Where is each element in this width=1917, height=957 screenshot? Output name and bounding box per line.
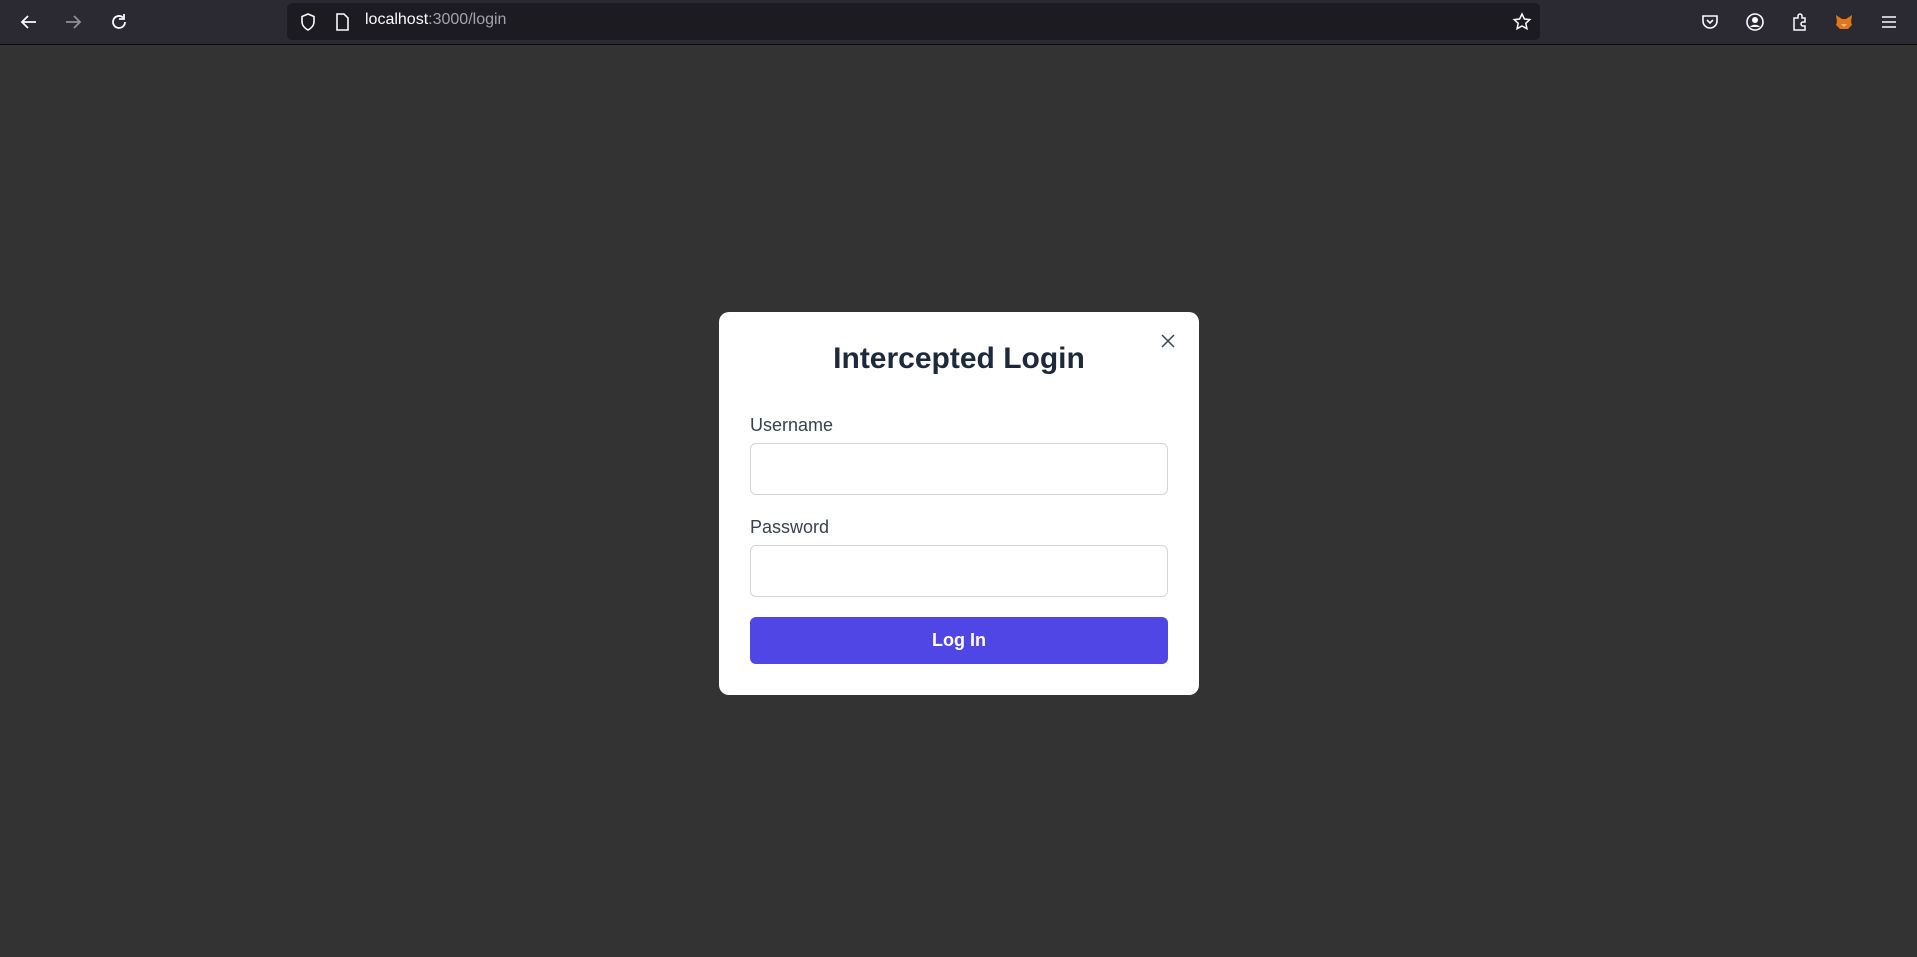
reload-button[interactable] (103, 6, 135, 38)
metamask-button[interactable] (1828, 6, 1860, 38)
username-input[interactable] (750, 443, 1168, 495)
pocket-icon (1702, 15, 1718, 29)
reload-icon (112, 14, 126, 29)
browser-toolbar: localhost:3000/login (0, 0, 1917, 45)
pocket-button[interactable] (1694, 6, 1726, 38)
account-icon (1746, 13, 1764, 31)
username-label: Username (750, 415, 834, 435)
star-icon[interactable] (1512, 12, 1532, 32)
menu-button[interactable] (1873, 6, 1905, 38)
arrow-right-icon (66, 15, 82, 29)
url-text[interactable]: localhost:3000/login (365, 10, 506, 30)
arrow-left-icon (20, 15, 36, 29)
password-input[interactable] (750, 545, 1168, 597)
puzzle-icon (1793, 13, 1806, 31)
password-label: Password (750, 517, 830, 537)
url-path: :3000/login (428, 11, 507, 28)
back-button[interactable] (13, 6, 45, 38)
fox-icon (1836, 15, 1852, 29)
account-button[interactable] (1739, 6, 1771, 38)
url-host: localhost (365, 11, 429, 28)
extensions-button[interactable] (1784, 6, 1816, 38)
page-icon[interactable] (332, 12, 352, 32)
forward-button[interactable] (57, 6, 89, 38)
modal-title: Intercepted Login (833, 342, 1085, 375)
login-button[interactable]: Log In (750, 617, 1168, 664)
hamburger-icon (1882, 16, 1896, 28)
shield-icon[interactable] (298, 12, 318, 32)
